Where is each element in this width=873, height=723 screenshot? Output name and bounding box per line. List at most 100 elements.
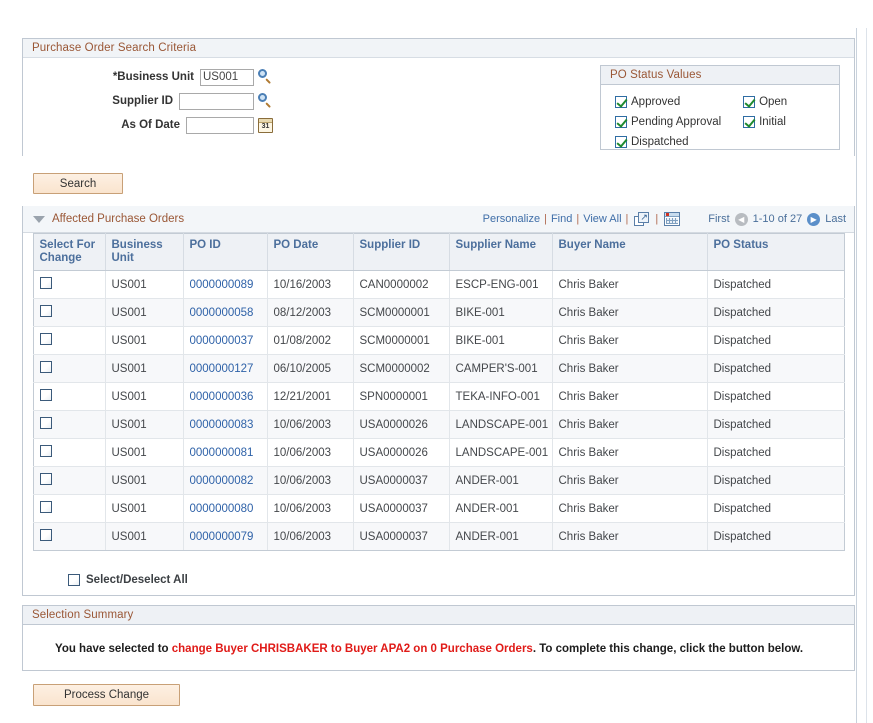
pending-approval-checkbox[interactable] [615, 116, 627, 128]
cell-po-date: 10/06/2003 [267, 523, 353, 551]
business-unit-input[interactable] [200, 69, 254, 86]
process-change-button[interactable]: Process Change [33, 684, 180, 706]
row-select-checkbox[interactable] [40, 361, 52, 373]
initial-label: Initial [759, 116, 786, 128]
cell-select-for-change [33, 439, 105, 467]
supplier-id-row: Supplier ID [23, 91, 273, 111]
affected-purchase-orders-title[interactable]: Affected Purchase Orders [52, 213, 184, 225]
selection-summary-section: Selection Summary You have selected to c… [22, 605, 855, 671]
cell-po-id: 0000000036 [183, 383, 267, 411]
row-select-checkbox[interactable] [40, 501, 52, 513]
supplier-id-input[interactable] [179, 93, 254, 110]
cell-po-date: 10/16/2003 [267, 271, 353, 299]
personalize-link[interactable]: Personalize [483, 213, 540, 225]
table-row: US001000000008310/06/2003USA0000026LANDS… [33, 411, 844, 439]
cell-po-date: 08/12/2003 [267, 299, 353, 327]
pending-approval-label: Pending Approval [631, 116, 721, 128]
row-select-checkbox[interactable] [40, 445, 52, 457]
po-id-link[interactable]: 0000000081 [190, 447, 254, 459]
table-row: US001000000005808/12/2003SCM0000001BIKE-… [33, 299, 844, 327]
cell-supplier-name: BIKE-001 [449, 299, 552, 327]
collapse-section-icon[interactable] [33, 216, 45, 223]
po-id-link[interactable]: 0000000089 [190, 279, 254, 291]
po-id-link[interactable]: 0000000127 [190, 363, 254, 375]
business-unit-row: *Business Unit [23, 67, 273, 87]
row-select-checkbox[interactable] [40, 333, 52, 345]
business-unit-lookup-icon[interactable] [257, 69, 273, 85]
po-id-link[interactable]: 0000000036 [190, 391, 254, 403]
cell-po-status: Dispatched [707, 355, 844, 383]
next-page-icon[interactable]: ▶ [807, 213, 820, 226]
select-deselect-all-label: Select/Deselect All [86, 574, 188, 586]
export-to-excel-icon[interactable]: ↗ [634, 212, 649, 226]
table-header-row: Select For Change Business Unit PO ID PO… [33, 234, 844, 271]
open-checkbox[interactable] [743, 96, 755, 108]
column-header-supplier-id: Supplier ID [353, 234, 449, 271]
po-id-link[interactable]: 0000000079 [190, 531, 254, 543]
find-link[interactable]: Find [551, 213, 572, 225]
cell-po-status: Dispatched [707, 467, 844, 495]
cell-po-id: 0000000079 [183, 523, 267, 551]
row-select-checkbox[interactable] [40, 277, 52, 289]
po-id-link[interactable]: 0000000082 [190, 475, 254, 487]
cell-po-status: Dispatched [707, 523, 844, 551]
cell-po-status: Dispatched [707, 411, 844, 439]
checkbox-row-dispatched[interactable]: Dispatched [615, 132, 740, 152]
open-label: Open [759, 96, 787, 108]
cell-po-id: 0000000058 [183, 299, 267, 327]
dispatched-checkbox[interactable] [615, 136, 627, 148]
select-deselect-all-row[interactable]: Select/Deselect All [68, 574, 188, 586]
supplier-id-label: Supplier ID [112, 95, 173, 107]
cell-po-status: Dispatched [707, 439, 844, 467]
cell-po-date: 10/06/2003 [267, 411, 353, 439]
row-select-checkbox[interactable] [40, 529, 52, 541]
pager-range-label: 1-10 of 27 [753, 213, 803, 225]
po-id-link[interactable]: 0000000080 [190, 503, 254, 515]
checkbox-row-open[interactable]: Open [743, 92, 787, 112]
checkbox-row-approved[interactable]: Approved [615, 92, 740, 112]
cell-po-id: 0000000081 [183, 439, 267, 467]
po-id-link[interactable]: 0000000083 [190, 419, 254, 431]
po-id-link[interactable]: 0000000037 [190, 335, 254, 347]
po-id-link[interactable]: 0000000058 [190, 307, 254, 319]
grid-pager: First ◀ 1-10 of 27 ▶ Last [708, 213, 846, 226]
previous-page-icon[interactable]: ◀ [735, 213, 748, 226]
cell-po-date: 10/06/2003 [267, 495, 353, 523]
row-select-checkbox[interactable] [40, 473, 52, 485]
page-border-rule-outer [866, 28, 867, 723]
supplier-id-lookup-icon[interactable] [257, 93, 273, 109]
grid-view-icon[interactable] [664, 212, 680, 226]
approved-checkbox[interactable] [615, 96, 627, 108]
cell-business-unit: US001 [105, 439, 183, 467]
row-select-checkbox[interactable] [40, 389, 52, 401]
pager-first-label[interactable]: First [708, 213, 729, 225]
search-button[interactable]: Search [33, 173, 123, 194]
cell-po-status: Dispatched [707, 495, 844, 523]
checkbox-row-pending-approval[interactable]: Pending Approval [615, 112, 740, 132]
table-row: US001000000008010/06/2003USA0000037ANDER… [33, 495, 844, 523]
table-body: US001000000008910/16/2003CAN0000002ESCP-… [33, 271, 844, 551]
row-select-checkbox[interactable] [40, 417, 52, 429]
as-of-date-input[interactable] [186, 117, 254, 134]
cell-business-unit: US001 [105, 355, 183, 383]
checkbox-row-initial[interactable]: Initial [743, 112, 787, 132]
cell-business-unit: US001 [105, 271, 183, 299]
cell-buyer-name: Chris Baker [552, 299, 707, 327]
cell-supplier-name: LANDSCAPE-001 [449, 411, 552, 439]
cell-po-date: 10/06/2003 [267, 439, 353, 467]
cell-supplier-id: USA0000037 [353, 495, 449, 523]
pager-last-label[interactable]: Last [825, 213, 846, 225]
cell-supplier-id: USA0000037 [353, 523, 449, 551]
cell-business-unit: US001 [105, 495, 183, 523]
row-select-checkbox[interactable] [40, 305, 52, 317]
cell-select-for-change [33, 411, 105, 439]
cell-po-date: 06/10/2005 [267, 355, 353, 383]
view-all-link[interactable]: View All [583, 213, 621, 225]
cell-po-id: 0000000080 [183, 495, 267, 523]
table-row: US001000000007910/06/2003USA0000037ANDER… [33, 523, 844, 551]
select-deselect-all-checkbox[interactable] [68, 574, 80, 586]
initial-checkbox[interactable] [743, 116, 755, 128]
calendar-icon[interactable]: 31 [258, 118, 273, 133]
cell-buyer-name: Chris Baker [552, 523, 707, 551]
cell-buyer-name: Chris Baker [552, 271, 707, 299]
